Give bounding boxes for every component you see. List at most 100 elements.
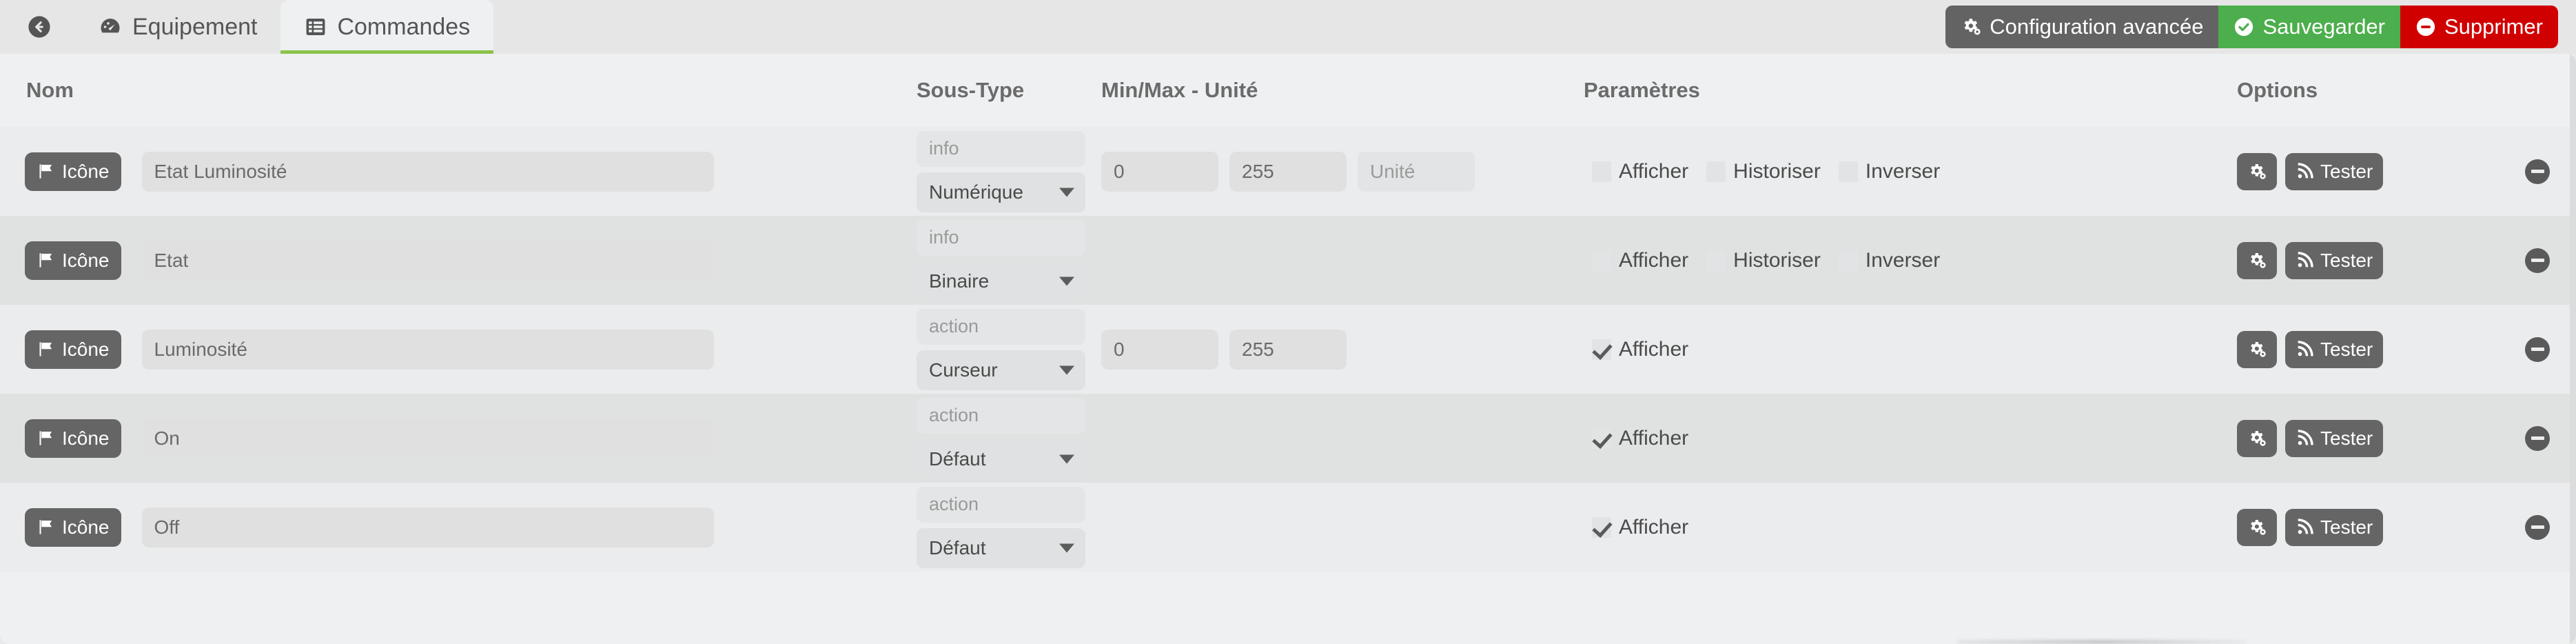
command-subtype-select[interactable]: NumériqueBinaireCurseurDéfaut	[917, 350, 1085, 390]
table-header-row: Nom Sous-Type Min/Max - Unité Paramètres…	[0, 54, 2576, 127]
rss-signal-icon	[2296, 429, 2313, 447]
checkbox-box[interactable]	[1706, 250, 1726, 271]
remove-row-button[interactable]	[2525, 425, 2550, 451]
remove-row-button[interactable]	[2525, 248, 2550, 273]
flag-icon	[37, 251, 55, 270]
command-rows: Icône NumériqueBinaireCurseurDéfaut Affi…	[0, 127, 2576, 572]
row-configuration-button[interactable]	[2237, 330, 2277, 368]
command-type-field[interactable]	[917, 308, 1085, 345]
command-subtype-select[interactable]: NumériqueBinaireCurseurDéfaut	[917, 439, 1085, 479]
checkbox-box[interactable]	[1706, 161, 1726, 182]
gears-icon	[1961, 17, 1981, 37]
command-subtype-select[interactable]: NumériqueBinaireCurseurDéfaut	[917, 172, 1085, 212]
checkbox-afficher[interactable]: Afficher	[1592, 160, 1688, 183]
remove-row-button[interactable]	[2525, 336, 2550, 362]
dashboard-icon	[98, 14, 123, 39]
tab-back[interactable]	[0, 0, 74, 54]
save-button[interactable]: Sauvegarder	[2218, 6, 2400, 48]
icon-picker-button[interactable]: Icône	[25, 419, 121, 458]
icon-picker-label: Icône	[62, 516, 110, 538]
icon-picker-label: Icône	[62, 160, 110, 182]
command-subtype-select[interactable]: NumériqueBinaireCurseurDéfaut	[917, 261, 1085, 301]
table-row: Icône NumériqueBinaireCurseurDéfaut Affi…	[0, 394, 2576, 483]
test-button-label: Tester	[2320, 516, 2373, 538]
toolbar-actions: Configuration avancée Sauvegarder Suppri…	[1945, 6, 2558, 48]
test-button[interactable]: Tester	[2285, 330, 2384, 368]
checkbox-box[interactable]	[1592, 339, 1611, 360]
max-value-input[interactable]	[1229, 151, 1347, 192]
checkbox-box[interactable]	[1592, 427, 1611, 449]
command-name-input[interactable]	[141, 151, 714, 192]
command-name-input[interactable]	[141, 507, 714, 547]
commands-panel: Nom Sous-Type Min/Max - Unité Paramètres…	[0, 54, 2576, 644]
checkbox-inverser[interactable]: Inverser	[1838, 248, 1941, 272]
vertical-scrollbar[interactable]	[2570, 54, 2576, 644]
test-button[interactable]: Tester	[2285, 152, 2384, 190]
unit-input[interactable]	[1358, 151, 1475, 192]
icon-picker-button[interactable]: Icône	[25, 152, 121, 191]
checkbox-label: Historiser	[1733, 159, 1821, 183]
icon-picker-button[interactable]: Icône	[25, 507, 121, 547]
checkbox-historiser[interactable]: Historiser	[1706, 160, 1821, 183]
checkbox-box[interactable]	[1592, 250, 1611, 271]
checkbox-label: Afficher	[1619, 515, 1689, 539]
row-configuration-button[interactable]	[2237, 152, 2277, 190]
command-subtype-select[interactable]: NumériqueBinaireCurseurDéfaut	[917, 527, 1085, 568]
list-table-icon	[304, 15, 327, 39]
parameters-checkbox-group: Afficher	[1584, 338, 2237, 361]
remove-row-button[interactable]	[2525, 159, 2550, 184]
command-name-input[interactable]	[141, 418, 714, 459]
command-type-field[interactable]	[917, 130, 1085, 167]
checkbox-label: Afficher	[1619, 337, 1689, 361]
delete-button[interactable]: Supprimer	[2400, 6, 2558, 48]
flag-icon	[37, 429, 55, 447]
delete-label: Supprimer	[2444, 14, 2543, 39]
checkbox-label: Inverser	[1865, 248, 1941, 272]
min-value-input[interactable]	[1101, 151, 1218, 192]
test-button-label: Tester	[2320, 249, 2373, 271]
test-button-label: Tester	[2320, 160, 2373, 182]
checkbox-box[interactable]	[1838, 250, 1858, 271]
parameters-checkbox-group: Afficher Historiser Inverser	[1584, 249, 2237, 272]
parameters-checkbox-group: Afficher	[1584, 427, 2237, 450]
command-type-field[interactable]	[917, 397, 1085, 434]
table-row: Icône NumériqueBinaireCurseurDéfaut Affi…	[0, 305, 2576, 394]
checkbox-afficher[interactable]: Afficher	[1592, 249, 1688, 272]
row-configuration-button[interactable]	[2237, 241, 2277, 279]
row-configuration-button[interactable]	[2237, 508, 2277, 546]
command-type-field[interactable]	[917, 486, 1085, 523]
row-configuration-button[interactable]	[2237, 419, 2277, 457]
advanced-configuration-button[interactable]: Configuration avancée	[1945, 6, 2219, 48]
checkbox-box[interactable]	[1592, 516, 1611, 538]
save-label: Sauvegarder	[2262, 14, 2385, 39]
icon-picker-label: Icône	[62, 427, 110, 449]
test-button[interactable]: Tester	[2285, 419, 2384, 457]
checkbox-inverser[interactable]: Inverser	[1838, 159, 1941, 183]
column-header-parametres: Paramètres	[1584, 78, 1700, 102]
tab-commandes[interactable]: Commandes	[280, 0, 494, 54]
checkbox-box[interactable]	[1592, 161, 1611, 182]
parameters-checkbox-group: Afficher	[1584, 516, 2237, 539]
min-value-input[interactable]	[1101, 329, 1218, 370]
checkbox-afficher[interactable]: Afficher	[1592, 427, 1688, 450]
test-button[interactable]: Tester	[2285, 508, 2384, 546]
checkbox-historiser[interactable]: Historiser	[1706, 249, 1821, 272]
tab-equipement[interactable]: Equipement	[74, 0, 280, 54]
checkbox-label: Inverser	[1865, 159, 1941, 183]
icon-picker-button[interactable]: Icône	[25, 241, 121, 280]
test-button-label: Tester	[2320, 338, 2373, 360]
checkbox-afficher[interactable]: Afficher	[1592, 338, 1688, 361]
gears-icon	[2247, 340, 2267, 359]
test-button[interactable]: Tester	[2285, 241, 2384, 279]
checkbox-afficher[interactable]: Afficher	[1592, 516, 1688, 539]
checkbox-box[interactable]	[1838, 161, 1858, 182]
column-header-min-max-unite: Min/Max - Unité	[1101, 78, 1258, 102]
table-row: Icône NumériqueBinaireCurseurDéfaut Affi…	[0, 483, 2576, 572]
icon-picker-button[interactable]: Icône	[25, 330, 121, 369]
command-name-input[interactable]	[141, 329, 714, 370]
icon-picker-label: Icône	[62, 338, 110, 360]
remove-row-button[interactable]	[2525, 514, 2550, 540]
command-name-input[interactable]	[141, 240, 714, 281]
max-value-input[interactable]	[1229, 329, 1347, 370]
command-type-field[interactable]	[917, 219, 1085, 256]
